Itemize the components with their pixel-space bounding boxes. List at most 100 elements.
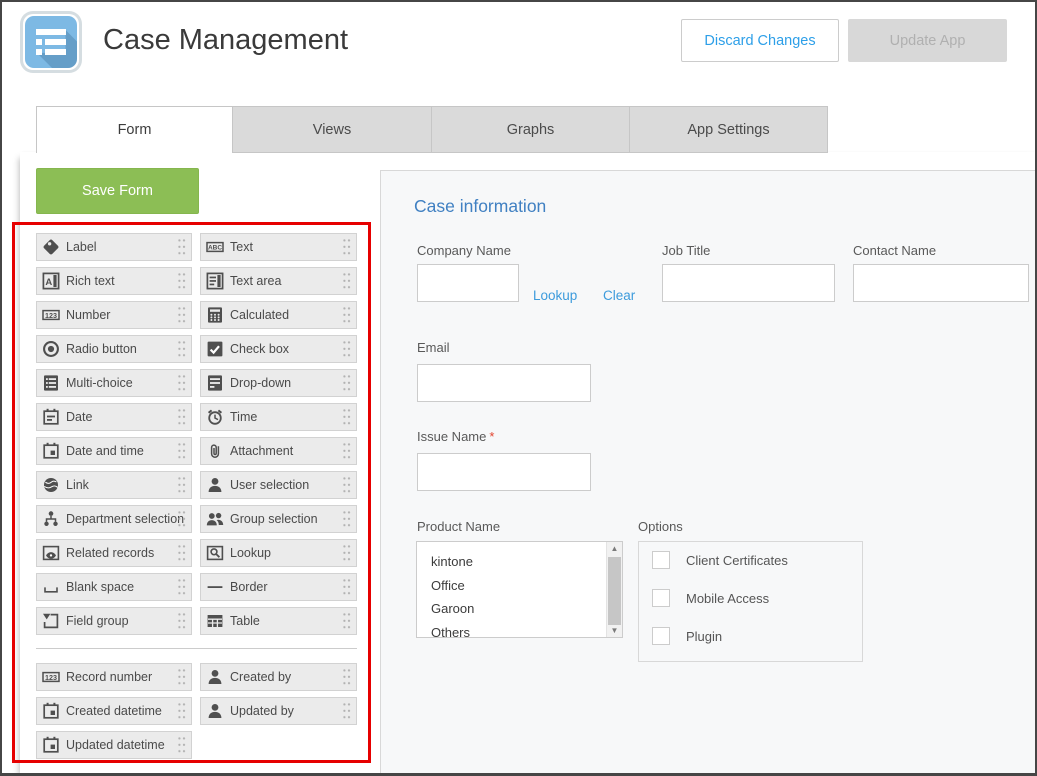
form-preview: Case information Company Name Lookup Cle…: [380, 170, 1037, 776]
drag-handle-icon[interactable]: [178, 703, 187, 722]
checkbox-plugin[interactable]: [652, 627, 670, 645]
palette-item-multi-choice[interactable]: Multi-choice: [36, 369, 192, 397]
palette-item-field-group[interactable]: Field group: [36, 607, 192, 635]
palette-item-radio-button[interactable]: Radio button: [36, 335, 192, 363]
palette-item-group-selection[interactable]: Group selection: [200, 505, 357, 533]
issue-name-input[interactable]: [417, 453, 591, 491]
checkbox-mobile-access[interactable]: [652, 589, 670, 607]
tab-app-settings[interactable]: App Settings: [629, 106, 828, 153]
drag-handle-icon[interactable]: [343, 579, 352, 598]
datetime-icon: [42, 702, 60, 720]
discard-changes-button[interactable]: Discard Changes: [681, 19, 839, 62]
attachment-icon: [206, 442, 224, 460]
palette-item-record-number[interactable]: 123Record number: [36, 663, 192, 691]
save-form-button[interactable]: Save Form: [36, 168, 199, 214]
drag-handle-icon[interactable]: [343, 341, 352, 360]
palette-item-drop-down[interactable]: Drop-down: [200, 369, 357, 397]
drag-handle-icon[interactable]: [343, 375, 352, 394]
options-group: Client CertificatesMobile AccessPlugin: [638, 541, 863, 662]
options-label: Options: [638, 519, 683, 534]
drag-handle-icon[interactable]: [178, 579, 187, 598]
product-option-others[interactable]: Others: [431, 621, 622, 639]
palette-item-date-and-time[interactable]: Date and time: [36, 437, 192, 465]
drag-handle-icon[interactable]: [343, 409, 352, 428]
drag-handle-icon[interactable]: [178, 375, 187, 394]
drag-handle-icon[interactable]: [343, 669, 352, 688]
drag-handle-icon[interactable]: [343, 703, 352, 722]
product-option-garoon[interactable]: Garoon: [431, 597, 622, 621]
palette-item-text-area[interactable]: Text area: [200, 267, 357, 295]
palette-item-date[interactable]: Date: [36, 403, 192, 431]
drag-handle-icon[interactable]: [343, 443, 352, 462]
palette-item-department-selection[interactable]: Department selection: [36, 505, 192, 533]
drag-handle-icon[interactable]: [178, 307, 187, 326]
scroll-up-icon[interactable]: ▲: [607, 542, 622, 555]
palette-item-created-by[interactable]: Created by: [200, 663, 357, 691]
palette-item-updated-by[interactable]: Updated by: [200, 697, 357, 725]
palette-item-updated-datetime[interactable]: Updated datetime: [36, 731, 192, 759]
table-icon: [206, 612, 224, 630]
palette-item-rich-text[interactable]: ARich text: [36, 267, 192, 295]
palette-item-label: Border: [230, 580, 268, 594]
palette-item-attachment[interactable]: Attachment: [200, 437, 357, 465]
drag-handle-icon[interactable]: [178, 239, 187, 258]
palette-item-label[interactable]: Label: [36, 233, 192, 261]
drag-handle-icon[interactable]: [178, 669, 187, 688]
palette-item-link[interactable]: Link: [36, 471, 192, 499]
drag-handle-icon[interactable]: [343, 613, 352, 632]
tab-form[interactable]: Form: [36, 106, 233, 153]
richtext-icon: A: [42, 272, 60, 290]
product-option-kintone[interactable]: kintone: [431, 550, 622, 574]
multichoice-icon: [42, 374, 60, 392]
contact-name-input[interactable]: [853, 264, 1029, 302]
palette-item-number[interactable]: 123Number: [36, 301, 192, 329]
scroll-down-icon[interactable]: ▼: [607, 624, 622, 637]
drag-handle-icon[interactable]: [343, 511, 352, 530]
product-option-office[interactable]: Office: [431, 574, 622, 598]
scrollbar-thumb[interactable]: [608, 557, 621, 625]
field-palette: Label ABCText ARich text Text area 123Number…: [36, 233, 357, 635]
palette-item-related-records[interactable]: Related records: [36, 539, 192, 567]
drag-handle-icon[interactable]: [178, 477, 187, 496]
company-name-input[interactable]: [417, 264, 519, 302]
palette-item-label: Date and time: [66, 444, 144, 458]
drag-handle-icon[interactable]: [343, 545, 352, 564]
drag-handle-icon[interactable]: [178, 409, 187, 428]
date-icon: [42, 408, 60, 426]
drag-handle-icon[interactable]: [343, 477, 352, 496]
palette-item-created-datetime[interactable]: Created datetime: [36, 697, 192, 725]
drag-handle-icon[interactable]: [178, 273, 187, 292]
product-name-listbox[interactable]: kintoneOfficeGaroonOthers ▲ ▼: [416, 541, 623, 638]
drag-handle-icon[interactable]: [178, 737, 187, 756]
tab-views[interactable]: Views: [232, 106, 432, 153]
drag-handle-icon[interactable]: [178, 545, 187, 564]
update-app-button[interactable]: Update App: [848, 19, 1007, 62]
palette-item-label: Lookup: [230, 546, 271, 560]
palette-item-text[interactable]: ABCText: [200, 233, 357, 261]
drag-handle-icon[interactable]: [178, 613, 187, 632]
drag-handle-icon[interactable]: [178, 443, 187, 462]
drag-handle-icon[interactable]: [343, 307, 352, 326]
datetime-icon: [42, 442, 60, 460]
email-input[interactable]: [417, 364, 591, 402]
palette-item-time[interactable]: Time: [200, 403, 357, 431]
palette-item-blank-space[interactable]: Blank space: [36, 573, 192, 601]
clear-link[interactable]: Clear: [603, 288, 635, 303]
drag-handle-icon[interactable]: [343, 239, 352, 258]
palette-item-check-box[interactable]: Check box: [200, 335, 357, 363]
palette-item-border[interactable]: Border: [200, 573, 357, 601]
border-icon: [206, 578, 224, 596]
tab-graphs[interactable]: Graphs: [431, 106, 630, 153]
drag-handle-icon[interactable]: [178, 511, 187, 530]
number-icon: 123: [42, 306, 60, 324]
palette-item-calculated[interactable]: Calculated: [200, 301, 357, 329]
drag-handle-icon[interactable]: [343, 273, 352, 292]
palette-item-user-selection[interactable]: User selection: [200, 471, 357, 499]
listbox-scrollbar[interactable]: ▲ ▼: [606, 542, 622, 637]
job-title-input[interactable]: [662, 264, 835, 302]
drag-handle-icon[interactable]: [178, 341, 187, 360]
palette-item-lookup[interactable]: Lookup: [200, 539, 357, 567]
checkbox-client-certificates[interactable]: [652, 551, 670, 569]
lookup-link[interactable]: Lookup: [533, 288, 577, 303]
palette-item-table[interactable]: Table: [200, 607, 357, 635]
